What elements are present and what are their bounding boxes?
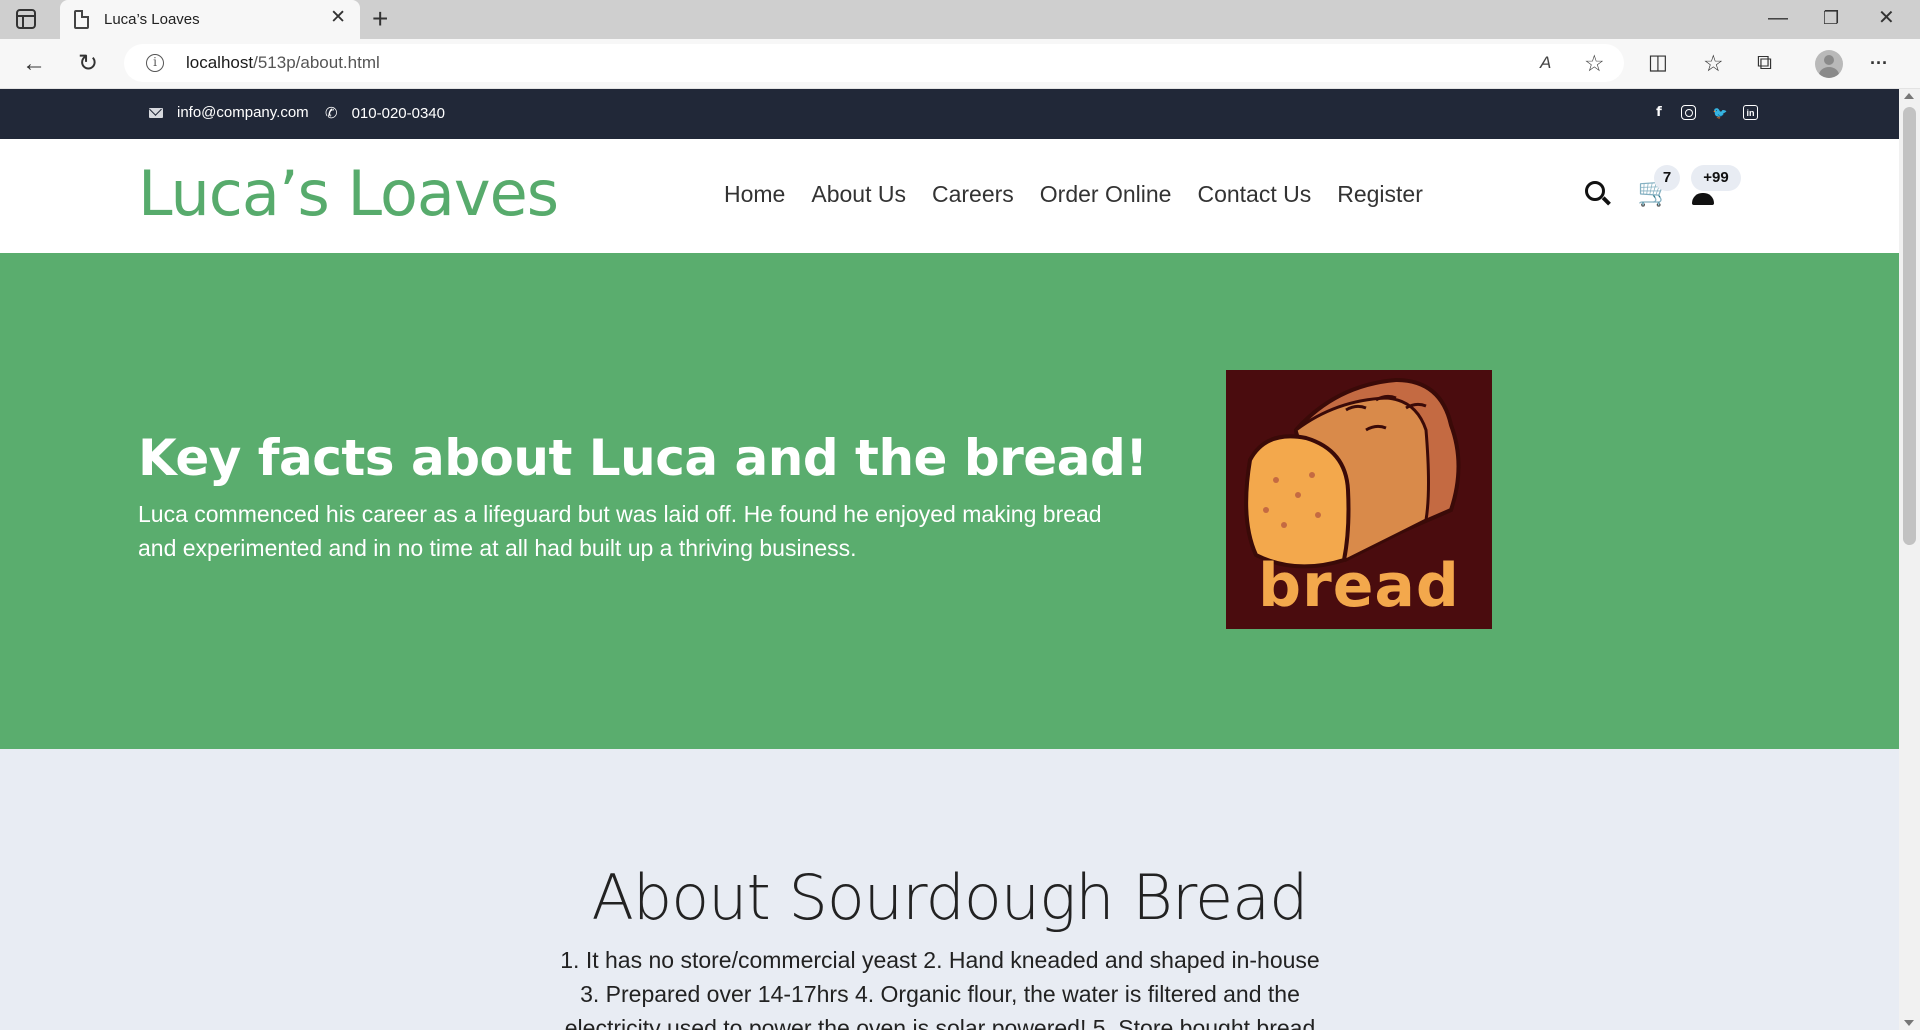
user-icon[interactable]: [1692, 193, 1714, 205]
twitter-icon[interactable]: 🐦: [1711, 104, 1729, 122]
minimize-button[interactable]: —: [1768, 6, 1788, 30]
site-logo[interactable]: Luca’s Loaves: [138, 157, 559, 230]
menu-careers[interactable]: Careers: [932, 181, 1014, 208]
tab-actions-icon[interactable]: [16, 9, 36, 29]
hero-section: Key facts about Luca and the bread! Luca…: [0, 253, 1899, 749]
phone-contact[interactable]: ✆ 010-020-0340: [325, 104, 445, 123]
url-host: localhost: [186, 53, 254, 72]
favorites-icon[interactable]: ☆: [1703, 50, 1724, 76]
about-text: 1. It has no store/commercial yeast 2. H…: [560, 947, 1320, 1030]
add-favorite-icon[interactable]: ☆: [1584, 51, 1605, 75]
split-screen-icon[interactable]: ◫: [1648, 50, 1668, 76]
menu-about-us[interactable]: About Us: [811, 181, 906, 208]
read-aloud-icon[interactable]: A: [1540, 51, 1551, 75]
phone-icon: ✆: [325, 105, 338, 122]
about-title: About Sourdough Bread: [591, 861, 1308, 934]
page-viewport: info@company.com ✆ 010-020-0340 f 🐦 in L…: [0, 89, 1899, 1030]
address-bar[interactable]: i localhost/513p/about.html A ☆: [124, 44, 1624, 82]
main-menu: Home About Us Careers Order Online Conta…: [724, 181, 1423, 208]
menu-home[interactable]: Home: [724, 181, 785, 208]
bread-image-label: bread: [1258, 551, 1460, 621]
about-section: About Sourdough Bread 1. It has no store…: [0, 749, 1899, 1030]
url-text: localhost/513p/about.html: [186, 53, 380, 73]
envelope-icon: [149, 107, 163, 118]
profile-avatar[interactable]: [1815, 50, 1843, 78]
page-scrollbar[interactable]: [1899, 89, 1920, 1030]
tab-close-icon[interactable]: ✕: [330, 8, 346, 28]
more-menu-icon[interactable]: ···: [1870, 50, 1888, 76]
facebook-icon[interactable]: f: [1650, 104, 1668, 122]
scroll-down-arrow[interactable]: [1904, 1020, 1914, 1026]
contact-topbar: info@company.com ✆ 010-020-0340 f 🐦 in: [0, 89, 1899, 139]
browser-tab[interactable]: Luca’s Loaves ✕: [60, 0, 360, 39]
menu-contact-us[interactable]: Contact Us: [1197, 181, 1311, 208]
email-contact[interactable]: info@company.com: [149, 104, 309, 121]
url-path: /513p/about.html: [253, 53, 380, 72]
instagram-icon[interactable]: [1681, 105, 1696, 120]
site-info-icon[interactable]: i: [146, 54, 164, 72]
phone-text: 010-020-0340: [351, 104, 445, 122]
hero-title: Key facts about Luca and the bread!: [138, 429, 1148, 487]
email-text: info@company.com: [177, 104, 309, 121]
user-count-badge: +99: [1691, 165, 1741, 191]
menu-order-online[interactable]: Order Online: [1040, 181, 1172, 208]
browser-tab-bar: Luca’s Loaves ✕ + — ❐ ✕: [0, 0, 1920, 39]
page-icon: [74, 10, 89, 29]
reload-button[interactable]: ↻: [78, 51, 98, 77]
tab-title: Luca’s Loaves: [104, 11, 200, 28]
close-window-button[interactable]: ✕: [1878, 6, 1895, 30]
cart-count-badge: 7: [1654, 165, 1680, 191]
scroll-up-arrow[interactable]: [1904, 93, 1914, 99]
back-button[interactable]: ←: [22, 51, 46, 77]
linkedin-icon[interactable]: in: [1743, 105, 1758, 120]
menu-register[interactable]: Register: [1337, 181, 1423, 208]
bread-image: bread: [1226, 370, 1492, 629]
collections-icon[interactable]: ⧉: [1757, 50, 1772, 76]
new-tab-button[interactable]: +: [372, 4, 388, 34]
site-navbar: Luca’s Loaves Home About Us Careers Orde…: [0, 139, 1899, 253]
search-icon[interactable]: [1585, 181, 1605, 201]
restore-button[interactable]: ❐: [1823, 6, 1839, 30]
scroll-thumb[interactable]: [1903, 107, 1916, 545]
browser-toolbar: ← ↻ i localhost/513p/about.html A ☆ ◫ ☆ …: [0, 39, 1920, 89]
hero-text: Luca commenced his career as a lifeguard…: [138, 501, 1102, 561]
